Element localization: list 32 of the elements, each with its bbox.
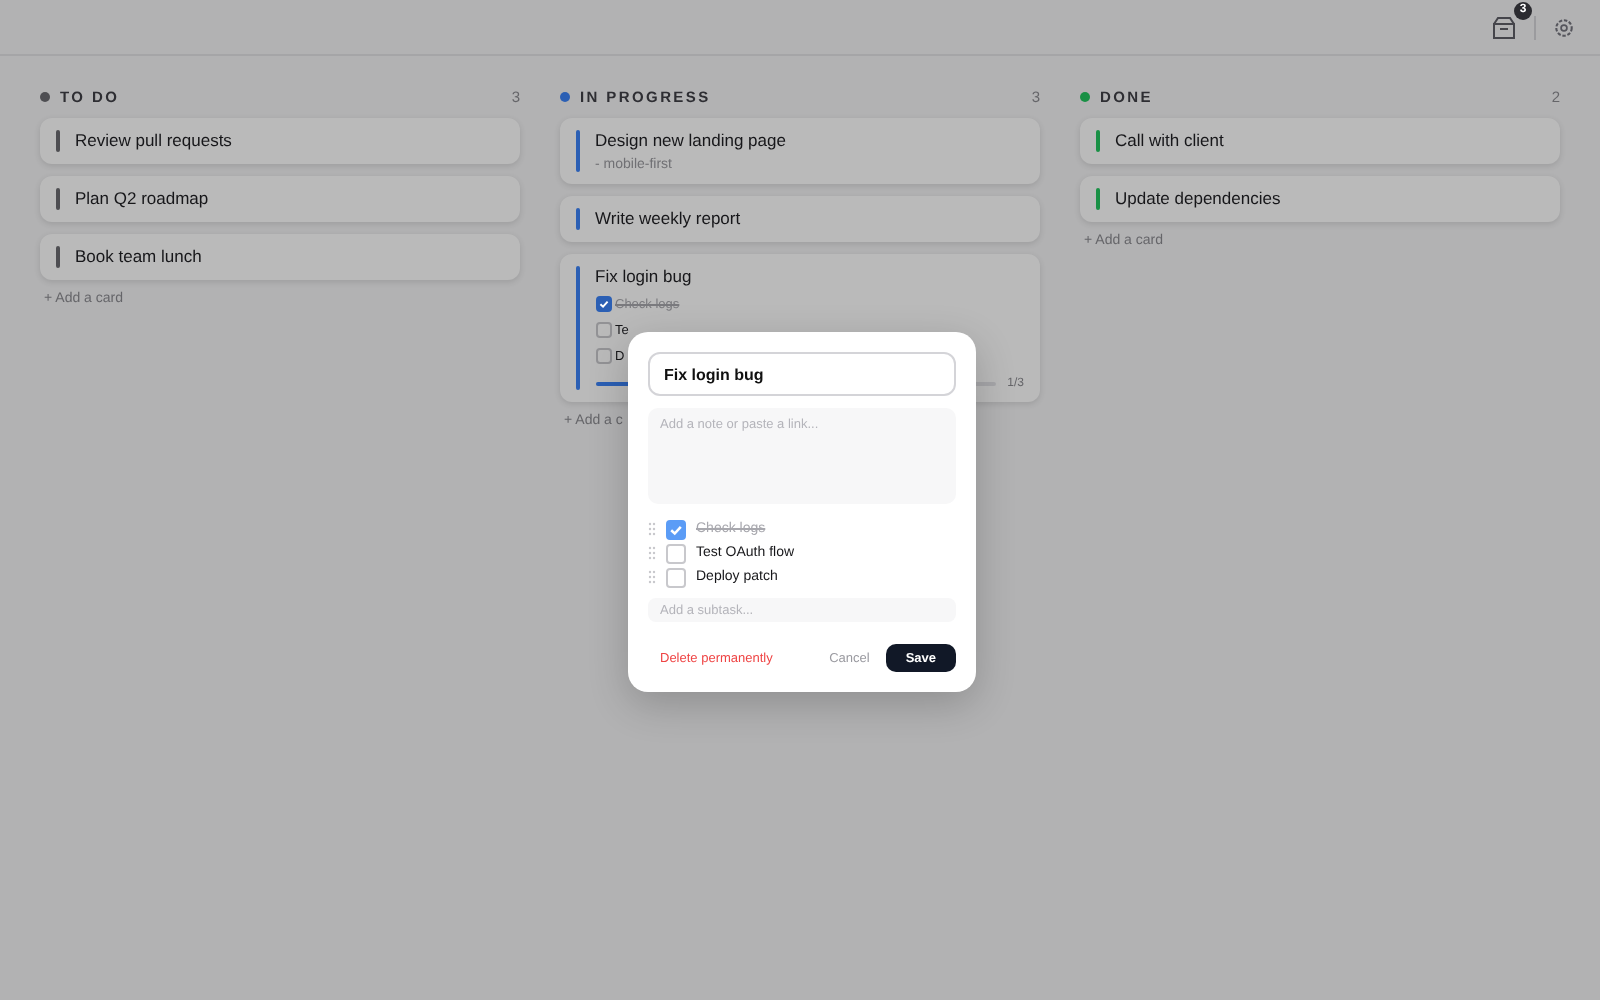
inbox-icon[interactable] [1490, 13, 1518, 41]
checkbox[interactable] [595, 322, 611, 338]
drag-handle-icon[interactable] [648, 546, 656, 560]
card-title: Fix login bug [595, 266, 694, 288]
task-card[interactable]: Book team lunch [40, 234, 520, 280]
checkbox[interactable] [595, 296, 611, 312]
checkbox[interactable] [666, 519, 686, 539]
accent-bar [576, 130, 579, 172]
accent-bar [56, 246, 59, 268]
accent-bar [56, 130, 59, 152]
card-title: Design new landing page [595, 130, 788, 152]
accent-bar [1096, 130, 1099, 152]
task-card[interactable]: Call with client [1080, 118, 1560, 164]
task-card[interactable]: Update dependencies [1080, 176, 1560, 222]
task-card[interactable]: Plan Q2 roadmap [40, 176, 520, 222]
accent-bar [1096, 188, 1099, 210]
card-title: Update dependencies [1115, 188, 1283, 210]
card-title: Plan Q2 roadmap [75, 188, 211, 210]
card-title: Call with client [1115, 130, 1226, 152]
task-card[interactable]: Review pull requests [40, 118, 520, 164]
accent-bar [576, 266, 579, 390]
accent-bar [56, 188, 59, 210]
card-title: Book team lunch [75, 246, 204, 268]
task-card[interactable]: Write weekly report [560, 196, 1040, 242]
accent-bar [576, 208, 579, 230]
drag-handle-icon[interactable] [648, 570, 656, 584]
card-title: Review pull requests [75, 130, 234, 152]
title-field[interactable]: Fix login bug [648, 352, 956, 396]
drag-handle-icon[interactable] [648, 522, 656, 536]
card-title: Write weekly report [595, 208, 743, 230]
checkbox[interactable] [595, 348, 611, 364]
settings-icon[interactable] [1552, 15, 1576, 39]
